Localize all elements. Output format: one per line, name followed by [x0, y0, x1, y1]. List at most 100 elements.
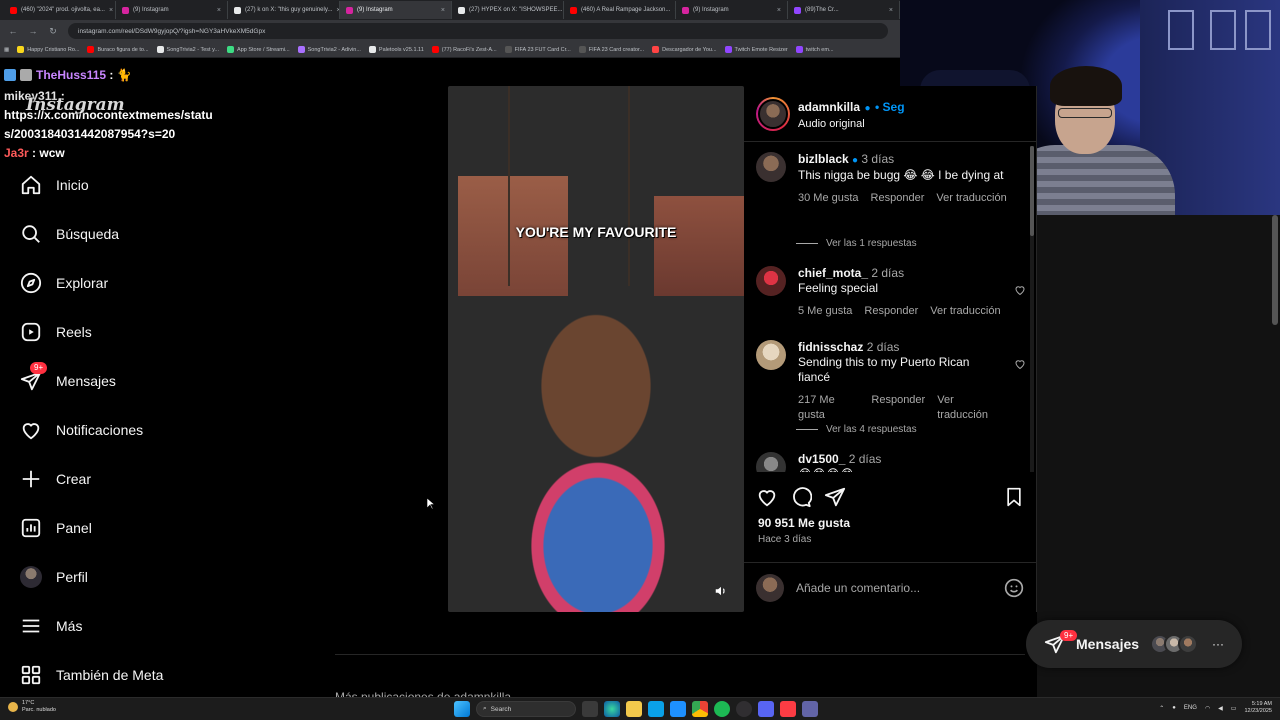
reply-button[interactable]: Responder — [871, 191, 925, 206]
comment-scrollbar[interactable] — [1030, 146, 1034, 472]
comment-username[interactable]: chief_mota_ — [798, 266, 868, 280]
avatar[interactable] — [756, 152, 786, 182]
windows-start-icon[interactable] — [454, 701, 470, 717]
volume-icon[interactable]: ◀ — [1218, 705, 1223, 712]
reply-button[interactable]: Responder — [864, 304, 918, 319]
browser-tab[interactable]: (9) Instagram × — [676, 1, 788, 19]
bookmark-item[interactable]: FIFA 23 FUT Card Cr... — [504, 46, 571, 53]
sidebar-item-panel[interactable]: Panel — [20, 503, 220, 552]
comment-username[interactable]: dv1500_ — [798, 452, 845, 466]
page-scrollbar[interactable] — [1272, 215, 1278, 695]
share-icon[interactable] — [824, 486, 846, 508]
browser-tab[interactable]: (9) Instagram × — [340, 1, 452, 19]
clock[interactable]: 5:19 AM 12/23/2025 — [1244, 701, 1272, 715]
wifi-icon[interactable]: ◠ — [1205, 705, 1210, 712]
view-replies[interactable]: Ver las 4 respuestas — [796, 424, 917, 435]
bookmark-item[interactable]: twitch em... — [795, 46, 834, 53]
reload-icon[interactable]: ↻ — [48, 26, 58, 37]
sidebar-item-inicio[interactable]: Inicio — [20, 160, 220, 209]
taskbar-search[interactable]: ⌕ Search — [476, 701, 576, 717]
mic-icon[interactable]: ● — [1172, 705, 1176, 711]
sidebar-item-reels[interactable]: Reels — [20, 307, 220, 356]
back-icon[interactable]: ← — [8, 26, 18, 36]
bookmark-item[interactable]: SongTrivia2 - Test y... — [156, 46, 219, 53]
comment-likes[interactable]: 217 Me gusta — [798, 393, 859, 423]
file-explorer-icon[interactable] — [626, 701, 642, 717]
bookmark-icon[interactable] — [1004, 486, 1024, 508]
speaker-icon[interactable] — [714, 584, 728, 598]
chrome-icon[interactable] — [692, 701, 708, 717]
battery-icon[interactable]: ▭ — [1231, 705, 1237, 712]
comment-likes[interactable]: 5 Me gusta — [798, 304, 852, 319]
sidebar-item-mensajes[interactable]: 9+ Mensajes — [20, 356, 220, 405]
sidebar-item-tambien-de-meta[interactable]: También de Meta — [20, 650, 220, 699]
story-ring[interactable] — [756, 96, 790, 131]
comment-input[interactable]: Añade un comentario... — [796, 581, 992, 595]
avatar[interactable] — [756, 340, 786, 370]
translate-button[interactable]: Ver traducción — [936, 191, 1006, 206]
store-icon[interactable] — [670, 701, 686, 717]
comment-scrollbar-thumb[interactable] — [1030, 146, 1034, 236]
comment-icon[interactable] — [790, 486, 812, 508]
heart-icon[interactable] — [1014, 358, 1026, 370]
sidebar-item-notificaciones[interactable]: Notificaciones — [20, 405, 220, 454]
comment-username[interactable]: fidnisschaz — [798, 340, 863, 354]
close-icon[interactable]: × — [889, 7, 893, 14]
like-count[interactable]: 90 951 Me gusta — [758, 516, 850, 530]
audio-link[interactable]: Audio original — [798, 118, 905, 130]
language-indicator[interactable]: ENG — [1184, 705, 1197, 711]
translate-button[interactable]: Ver traducción — [930, 304, 1000, 319]
apps-icon[interactable]: ▦ — [4, 47, 9, 53]
discord-icon[interactable] — [758, 701, 774, 717]
bookmark-item[interactable]: Paletools v25.1.11 — [368, 46, 424, 53]
reply-button[interactable]: Responder — [871, 393, 925, 423]
sidebar-item-perfil[interactable]: Perfil — [20, 552, 220, 601]
weather-widget[interactable]: 17°C Parc. nublado — [8, 700, 56, 714]
browser-tab[interactable]: (460) A Real Rampage Jackson...× — [564, 1, 676, 19]
heart-icon[interactable] — [1014, 284, 1026, 296]
forward-icon[interactable]: → — [28, 26, 38, 36]
tray-chevron-icon[interactable]: ⌃ — [1159, 705, 1164, 712]
sidebar-item-busqueda[interactable]: Búsqueda — [20, 209, 220, 258]
bookmark-item[interactable]: Descargador de You... — [652, 46, 717, 53]
photos-icon[interactable] — [648, 701, 664, 717]
reel-video[interactable]: YOU'RE MY FAVOURITE — [448, 86, 744, 612]
page-scrollbar-thumb[interactable] — [1272, 215, 1278, 325]
bookmark-item[interactable]: Twitch Emote Resizer — [724, 46, 788, 53]
sidebar-item-explorar[interactable]: Explorar — [20, 258, 220, 307]
comment-username[interactable]: bizlblack — [798, 152, 849, 166]
spotify-icon[interactable] — [714, 701, 730, 717]
close-icon[interactable]: × — [441, 7, 445, 14]
comment-likes[interactable]: 30 Me gusta — [798, 191, 859, 206]
browser-tab[interactable]: (27) k on X: "this guy genuinely...× — [228, 1, 340, 19]
view-replies[interactable]: Ver las 1 respuestas — [796, 238, 917, 249]
address-bar[interactable]: instagram.com/reel/DSdW9gyjopQ/?igsh=NGY… — [68, 23, 888, 39]
browser-tab[interactable]: (460) "2024" prod. ojivolta, ea... × — [4, 1, 116, 19]
bookmark-item[interactable]: FIFA 23 Card creator... — [578, 46, 644, 53]
emoji-icon[interactable] — [1004, 578, 1024, 598]
edge-icon[interactable] — [604, 701, 620, 717]
bookmark-item[interactable]: App Store / Streami... — [227, 46, 290, 53]
bookmark-item[interactable]: Buraco figura de to... — [87, 46, 149, 53]
follow-button[interactable]: • Seg — [875, 100, 905, 114]
post-username[interactable]: adamnkilla — [798, 100, 860, 114]
task-view-icon[interactable] — [582, 701, 598, 717]
like-heart-icon[interactable] — [756, 486, 778, 508]
teams-icon[interactable] — [802, 701, 818, 717]
sidebar-item-crear[interactable]: Crear — [20, 454, 220, 503]
close-icon[interactable]: × — [217, 7, 221, 14]
bookmark-item[interactable]: (77) RacoFi's Zest-A... — [431, 46, 497, 53]
music-icon[interactable] — [780, 701, 796, 717]
browser-tab[interactable]: (27) HYPEX on X: "ISHOWSPEE...× — [452, 1, 564, 19]
close-icon[interactable]: × — [777, 7, 781, 14]
messages-floating-button[interactable]: 9+ Mensajes ··· — [1026, 620, 1242, 668]
avatar[interactable] — [756, 266, 786, 296]
avatar[interactable] — [756, 452, 786, 472]
close-icon[interactable]: × — [109, 7, 113, 14]
translate-button[interactable]: Ver traducción — [937, 393, 1002, 423]
browser-tab[interactable]: (9) Instagram × — [116, 1, 228, 19]
obs-icon[interactable] — [736, 701, 752, 717]
browser-tab[interactable]: (89)The Cr... × — [788, 1, 900, 19]
bookmark-item[interactable]: Happy Cristiano Ro... — [17, 46, 79, 53]
bookmark-item[interactable]: SongTrivia2 - Adivin... — [297, 46, 361, 53]
